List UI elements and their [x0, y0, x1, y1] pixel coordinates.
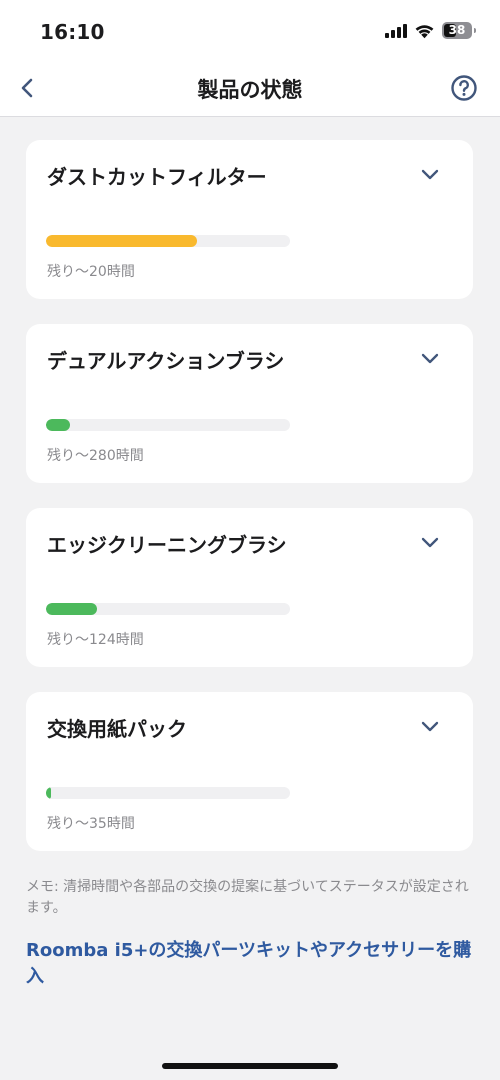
chevron-down-icon[interactable] — [419, 350, 441, 366]
life-progress-fill — [46, 419, 71, 431]
life-progress-bar — [46, 787, 290, 799]
chevron-down-icon[interactable] — [419, 166, 441, 182]
part-name: デュアルアクションブラシ — [47, 349, 285, 373]
status-note: メモ: 清掃時間や各部品の交換の提案に基づいてステータスが設定されます。 — [26, 879, 469, 916]
battery-level: 38 — [448, 23, 466, 37]
buy-parts-link[interactable]: Roomba i5+の交換パーツキットやアクセサリーを購入 — [26, 938, 474, 990]
chevron-down-icon[interactable] — [419, 718, 441, 734]
battery-icon: 38 — [442, 22, 476, 39]
status-time: 16:10 — [40, 20, 105, 44]
chevron-down-icon[interactable] — [419, 534, 441, 550]
signal-icon — [385, 23, 407, 38]
part-card-dust-filter[interactable]: ダストカットフィルター 残り〜20時間 — [26, 140, 473, 299]
part-name: 交換用紙パック — [47, 717, 187, 741]
parts-list: ダストカットフィルター 残り〜20時間 デュアルアクションブラシ 残り〜280時… — [26, 140, 473, 876]
life-progress-bar — [46, 419, 290, 431]
page-title: 製品の状態 — [197, 78, 303, 102]
question-circle-icon[interactable] — [450, 74, 478, 102]
wifi-icon — [415, 24, 434, 38]
part-card-edge-cleaning-brush[interactable]: エッジクリーニングブラシ 残り〜124時間 — [26, 508, 473, 667]
life-progress-bar — [46, 235, 290, 247]
life-progress-bar — [46, 603, 290, 615]
status-bar: 16:10 38 — [0, 0, 500, 62]
life-progress-fill — [46, 235, 198, 247]
life-progress-fill — [46, 787, 51, 799]
home-indicator[interactable] — [162, 1063, 338, 1069]
nav-bar: 製品の状態 — [0, 62, 500, 117]
part-name: エッジクリーニングブラシ — [47, 533, 287, 557]
part-card-dual-action-brush[interactable]: デュアルアクションブラシ 残り〜280時間 — [26, 324, 473, 483]
part-card-paper-bag[interactable]: 交換用紙パック 残り〜35時間 — [26, 692, 473, 851]
life-progress-fill — [46, 603, 98, 615]
remaining-time: 残り〜280時間 — [47, 448, 144, 464]
remaining-time: 残り〜20時間 — [47, 264, 135, 280]
status-icons: 38 — [385, 22, 476, 39]
remaining-time: 残り〜35時間 — [47, 816, 135, 832]
remaining-time: 残り〜124時間 — [47, 632, 144, 648]
part-name: ダストカットフィルター — [47, 165, 267, 189]
